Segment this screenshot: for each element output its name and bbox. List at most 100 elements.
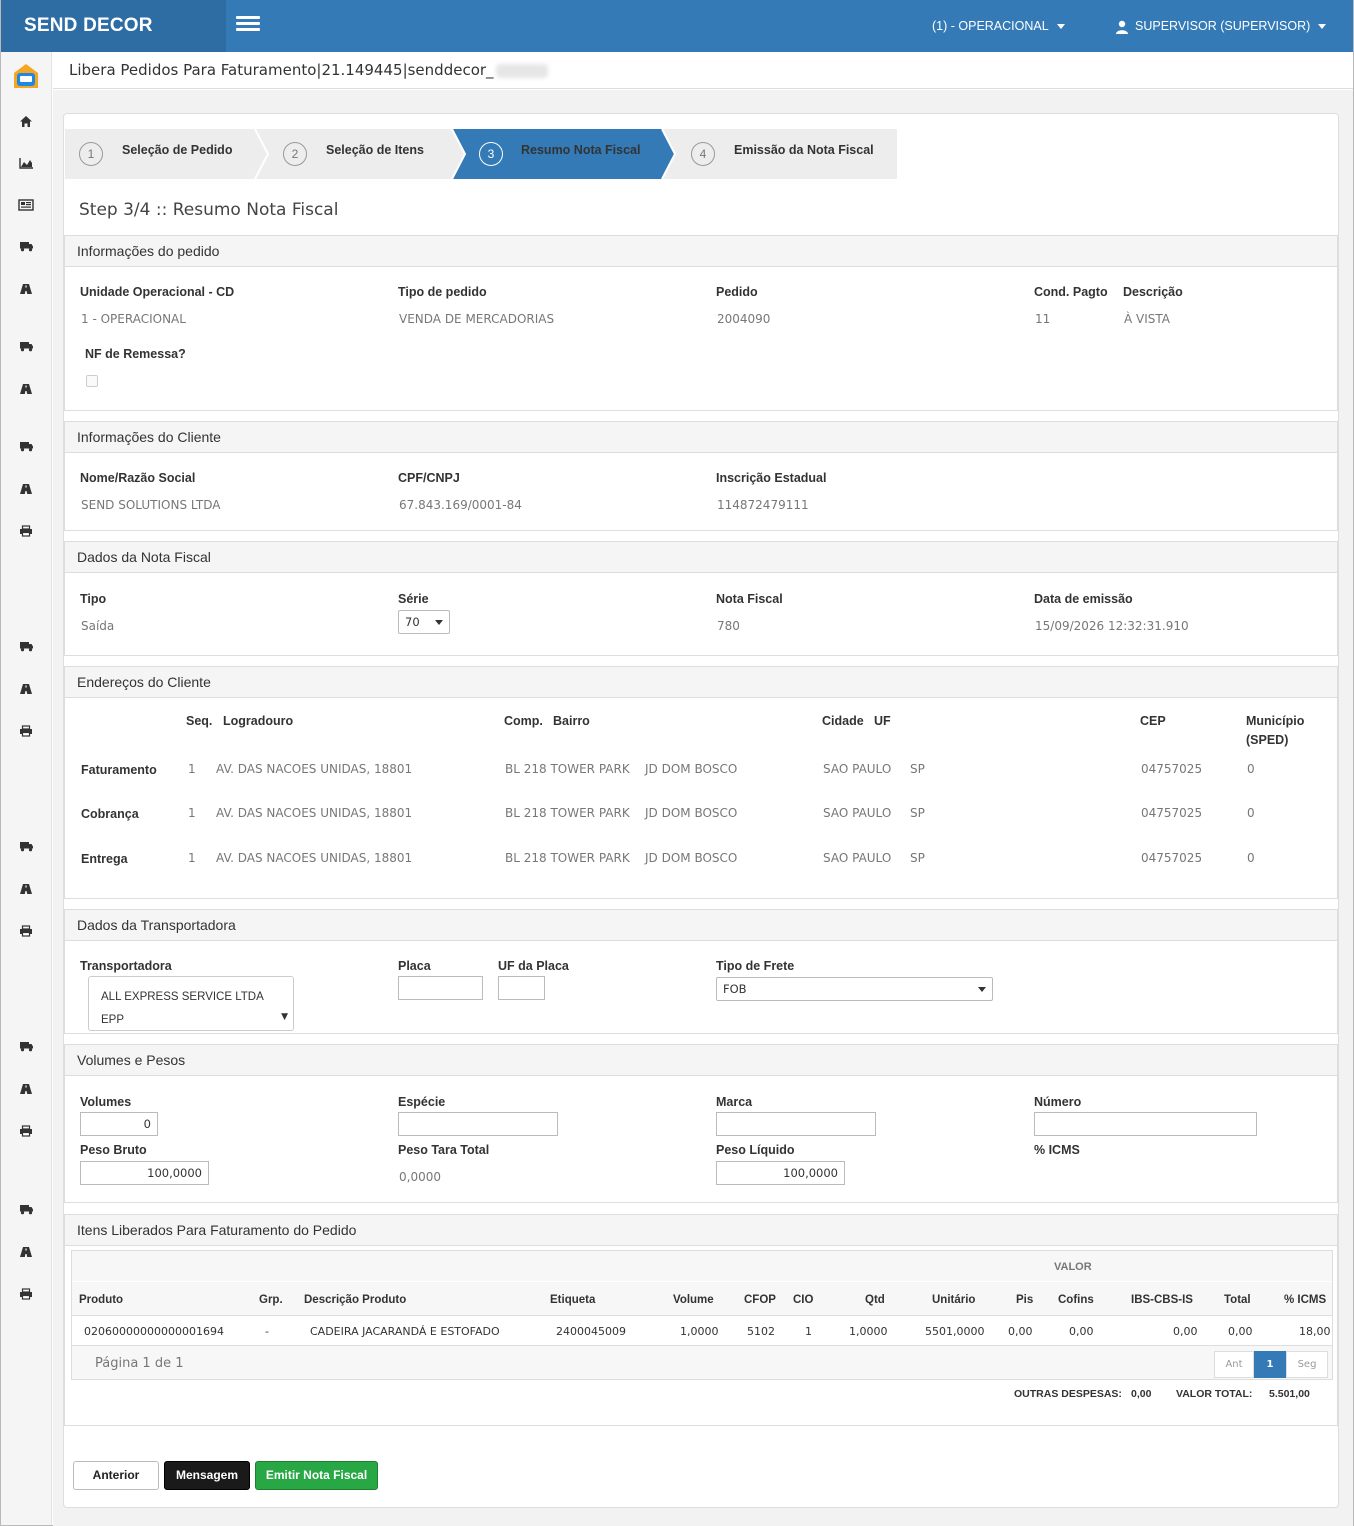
address-cep: 04757025 bbox=[1141, 806, 1203, 820]
marca-input[interactable] bbox=[716, 1112, 876, 1136]
road-icon[interactable] bbox=[16, 1246, 36, 1262]
printer-icon[interactable] bbox=[16, 925, 36, 941]
placa-input[interactable] bbox=[398, 976, 483, 1000]
peso-tara-label: Peso Tara Total bbox=[398, 1143, 490, 1157]
nf-remessa-label: NF de Remessa? bbox=[85, 347, 186, 361]
cell-etiqueta: 2400045009 bbox=[556, 1325, 626, 1338]
caret-down-icon: ▼ bbox=[281, 1012, 288, 1022]
th-unitario: Unitário bbox=[932, 1294, 976, 1306]
th-qtd: Qtd bbox=[865, 1294, 885, 1306]
road-icon[interactable] bbox=[16, 883, 36, 899]
serie-select[interactable]: 70 bbox=[398, 610, 450, 634]
unidade-label: Unidade Operacional - CD bbox=[80, 285, 235, 299]
address-municipio: 0 bbox=[1247, 806, 1255, 820]
hamburger-menu-icon[interactable] bbox=[236, 16, 260, 34]
volumes-input[interactable]: 0 bbox=[80, 1112, 158, 1136]
brand-logo[interactable]: SEND DECOR bbox=[1, 0, 226, 52]
tipo-frete-select[interactable]: FOB bbox=[716, 977, 993, 1001]
road-icon[interactable] bbox=[16, 483, 36, 499]
transportadora-select[interactable]: ALL EXPRESS SERVICE LTDA EPP ▼ bbox=[88, 976, 294, 1031]
ie-label: Inscrição Estadual bbox=[716, 471, 827, 485]
cell-produto: 02060000000000001694 bbox=[84, 1325, 224, 1338]
uf-placa-label: UF da Placa bbox=[498, 959, 569, 973]
nf-remessa-checkbox[interactable] bbox=[86, 375, 98, 387]
truck-icon[interactable] bbox=[16, 1204, 36, 1220]
th-volume: Volume bbox=[673, 1294, 714, 1306]
truck-icon[interactable] bbox=[16, 1041, 36, 1057]
road-icon[interactable] bbox=[16, 1083, 36, 1099]
data-emissao-value: 15/09/2026 12:32:31.910 bbox=[1035, 619, 1189, 633]
truck-icon[interactable] bbox=[16, 241, 36, 257]
address-type: Faturamento bbox=[81, 763, 157, 777]
mensagem-button[interactable]: Mensagem bbox=[164, 1461, 250, 1490]
icms-label: % ICMS bbox=[1034, 1143, 1080, 1157]
peso-tara-value: 0,0000 bbox=[399, 1170, 441, 1184]
redacted-text bbox=[495, 63, 548, 78]
truck-icon[interactable] bbox=[16, 841, 36, 857]
address-uf: SP bbox=[910, 762, 925, 776]
breadcrumb-bar: Libera Pedidos Para Faturamento|21.14944… bbox=[53, 52, 1353, 89]
emitir-nota-fiscal-button[interactable]: Emitir Nota Fiscal bbox=[255, 1461, 378, 1490]
truck-icon[interactable] bbox=[16, 641, 36, 657]
peso-liquido-input[interactable]: 100,0000 bbox=[716, 1161, 845, 1185]
anterior-button[interactable]: Anterior bbox=[73, 1461, 159, 1490]
pagination-info: Página 1 de 1 bbox=[95, 1356, 184, 1371]
uf-placa-input[interactable] bbox=[498, 976, 545, 1000]
th-cfop: CFOP bbox=[744, 1294, 776, 1306]
road-icon[interactable] bbox=[16, 683, 36, 699]
descricao-value: À VISTA bbox=[1124, 312, 1170, 326]
panel-nota-fiscal: Dados da Nota Fiscal bbox=[64, 541, 1338, 656]
printer-icon[interactable] bbox=[16, 1125, 36, 1141]
tipo-pedido-value: VENDA DE MERCADORIAS bbox=[399, 312, 555, 326]
peso-bruto-input[interactable]: 100,0000 bbox=[80, 1161, 209, 1185]
outras-despesas-label: OUTRAS DESPESAS: bbox=[1014, 1388, 1122, 1400]
col-comp: Comp. bbox=[504, 714, 543, 728]
newspaper-icon[interactable] bbox=[16, 199, 36, 215]
unidade-value: 1 - OPERACIONAL bbox=[81, 312, 186, 326]
nome-label: Nome/Razão Social bbox=[80, 471, 196, 485]
tipo-nf-value: Saída bbox=[81, 619, 115, 633]
address-bairro: JD DOM BOSCO bbox=[645, 806, 738, 820]
user-dropdown[interactable]: SUPERVISOR (SUPERVISOR) bbox=[1115, 0, 1327, 52]
step-number: 2 bbox=[283, 142, 307, 166]
address-bairro: JD DOM BOSCO bbox=[645, 762, 738, 776]
numero-input[interactable] bbox=[1034, 1112, 1257, 1136]
road-icon[interactable] bbox=[16, 283, 36, 299]
truck-icon[interactable] bbox=[16, 441, 36, 457]
pagination-prev-button[interactable]: Ant bbox=[1214, 1351, 1254, 1378]
page-title: Step 3/4 :: Resumo Nota Fiscal bbox=[79, 200, 339, 220]
peso-liquido-label: Peso Líquido bbox=[716, 1143, 795, 1157]
placa-label: Placa bbox=[398, 959, 431, 973]
numero-label: Número bbox=[1034, 1095, 1082, 1109]
nome-value: SEND SOLUTIONS LTDA bbox=[81, 498, 221, 512]
transportadora-value: ALL EXPRESS SERVICE LTDA EPP bbox=[101, 991, 264, 1026]
sofa-logo-icon[interactable] bbox=[12, 62, 40, 90]
pagination-next-button[interactable]: Seg bbox=[1286, 1351, 1328, 1378]
printer-icon[interactable] bbox=[16, 725, 36, 741]
col-uf: UF bbox=[874, 714, 891, 728]
unit-dropdown-label: (1) - OPERACIONAL bbox=[932, 19, 1049, 33]
especie-input[interactable] bbox=[398, 1112, 558, 1136]
th-total: Total bbox=[1224, 1294, 1251, 1306]
truck-icon[interactable] bbox=[16, 341, 36, 357]
step-label: Seleção de Pedido bbox=[122, 143, 233, 157]
step-number: 3 bbox=[479, 142, 503, 166]
chart-icon[interactable] bbox=[16, 157, 36, 173]
road-icon[interactable] bbox=[16, 383, 36, 399]
th-icms: % ICMS bbox=[1284, 1294, 1327, 1306]
marca-label: Marca bbox=[716, 1095, 753, 1109]
th-pis: Pis bbox=[1016, 1294, 1034, 1306]
home-icon[interactable] bbox=[16, 115, 36, 131]
breadcrumb: Libera Pedidos Para Faturamento|21.14944… bbox=[69, 61, 548, 79]
pagination-page-1[interactable]: 1 bbox=[1254, 1351, 1286, 1378]
address-uf: SP bbox=[910, 806, 925, 820]
especie-label: Espécie bbox=[398, 1095, 446, 1109]
printer-icon[interactable] bbox=[16, 1288, 36, 1304]
address-comp: BL 218 TOWER PARK bbox=[505, 806, 630, 820]
address-uf: SP bbox=[910, 851, 925, 865]
address-comp: BL 218 TOWER PARK bbox=[505, 762, 630, 776]
unit-dropdown[interactable]: (1) - OPERACIONAL bbox=[932, 0, 1065, 52]
outras-despesas-value: 0,00 bbox=[1131, 1388, 1152, 1400]
printer-icon[interactable] bbox=[16, 525, 36, 541]
ie-value: 114872479111 bbox=[717, 498, 809, 512]
